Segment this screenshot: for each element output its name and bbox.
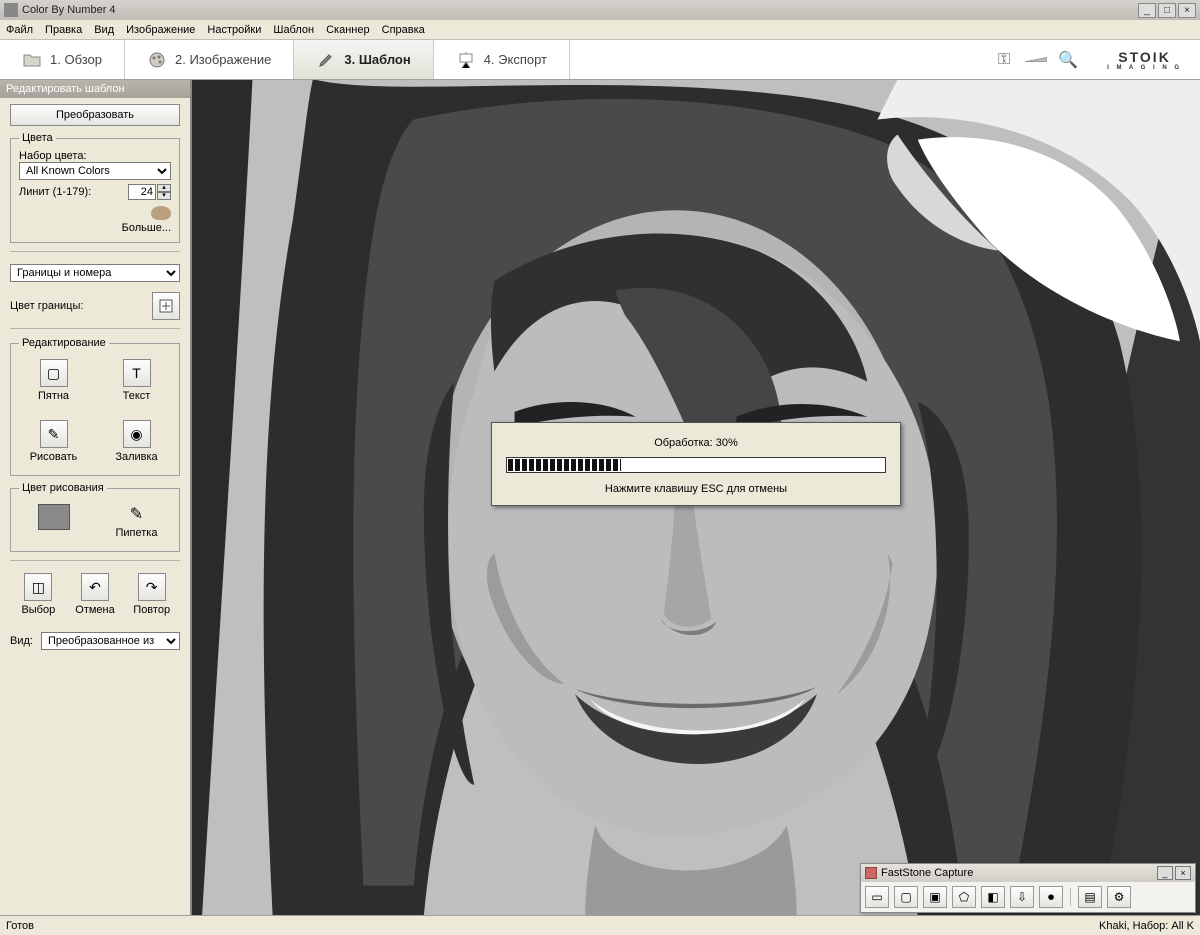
- faststone-icon: [865, 867, 877, 879]
- menubar: Файл Правка Вид Изображение Настройки Ша…: [0, 20, 1200, 40]
- step-template[interactable]: 3. Шаблон: [294, 40, 433, 79]
- faststone-titlebar[interactable]: FastStone Capture _ ×: [861, 864, 1195, 882]
- view-select[interactable]: Преобразованное из: [41, 632, 180, 650]
- easel-icon: [456, 50, 476, 70]
- menu-scanner[interactable]: Сканнер: [326, 24, 370, 36]
- menu-help[interactable]: Справка: [382, 24, 425, 36]
- close-button[interactable]: ×: [1178, 3, 1196, 18]
- faststone-title: FastStone Capture: [881, 867, 973, 879]
- text-label: Текст: [123, 390, 151, 402]
- palette-icon: [147, 50, 167, 70]
- menu-image[interactable]: Изображение: [126, 24, 195, 36]
- menu-settings[interactable]: Настройки: [207, 24, 261, 36]
- limit-spin-up[interactable]: ▴: [157, 184, 171, 192]
- progress-dialog: Обработка: 30% Нажмите клавишу ESC для о…: [491, 422, 901, 506]
- fs-capture-fixed-icon[interactable]: ◧: [981, 886, 1005, 908]
- status-left: Готов: [6, 920, 34, 932]
- faststone-toolbar: ▭ ▢ ▣ ⬠ ◧ ⇩ ⏺ ▤ ⚙: [861, 882, 1195, 912]
- window-title: Color By Number 4: [22, 4, 116, 16]
- view-label: Вид:: [10, 635, 33, 647]
- spots-tool[interactable]: ▢: [40, 359, 68, 387]
- limit-label: Линит (1-179):: [19, 186, 122, 198]
- colors-group: Цвета Набор цвета: All Known Colors Лини…: [10, 132, 180, 243]
- key-icon[interactable]: ⚿: [993, 49, 1015, 71]
- fs-capture-fullscreen-icon[interactable]: ▢: [894, 886, 918, 908]
- step-overview[interactable]: 1. Обзор: [0, 40, 125, 79]
- more-colors-link[interactable]: Больше...: [122, 222, 171, 234]
- fs-capture-freehand-icon[interactable]: ⬠: [952, 886, 976, 908]
- step-export[interactable]: 4. Экспорт: [434, 40, 570, 79]
- menu-template[interactable]: Шаблон: [273, 24, 314, 36]
- fs-record-icon[interactable]: ⏺: [1039, 886, 1063, 908]
- sidebar-title: Редактировать шаблон: [0, 80, 190, 98]
- folder-icon: [22, 50, 42, 70]
- progress-fill: [508, 459, 621, 471]
- sidebar: Преобразовать Цвета Набор цвета: All Kno…: [0, 98, 190, 660]
- draw-color-group: Цвет рисования ✎ Пипетка: [10, 482, 180, 552]
- menu-edit[interactable]: Правка: [45, 24, 82, 36]
- undo-button[interactable]: ↶: [81, 573, 109, 601]
- brand-logo: STOIK I M A G I N G: [1089, 40, 1200, 79]
- app-icon: [4, 3, 18, 17]
- redo-label: Повтор: [133, 604, 170, 616]
- select-label: Выбор: [21, 604, 55, 616]
- eyedropper-label: Пипетка: [116, 527, 158, 539]
- spots-label: Пятна: [38, 390, 69, 402]
- step-label: 2. Изображение: [175, 52, 271, 67]
- steps-toolbar: 1. Обзор 2. Изображение 3. Шаблон 4. Экс…: [0, 40, 1200, 80]
- border-color-label: Цвет границы:: [10, 300, 146, 312]
- colors-legend: Цвета: [19, 132, 56, 144]
- canvas[interactable]: Обработка: 30% Нажмите клавишу ESC для о…: [190, 80, 1200, 915]
- fill-label: Заливка: [115, 451, 157, 463]
- fs-capture-rect-icon[interactable]: ▣: [923, 886, 947, 908]
- step-image[interactable]: 2. Изображение: [125, 40, 294, 79]
- magnifier-icon[interactable]: 🔍: [1057, 49, 1079, 71]
- maximize-button[interactable]: □: [1158, 3, 1176, 18]
- palette-more-icon: [151, 206, 171, 220]
- fs-capture-window-icon[interactable]: ▭: [865, 886, 889, 908]
- draw-label: Рисовать: [30, 451, 78, 463]
- editing-legend: Редактирование: [19, 337, 109, 349]
- menu-file[interactable]: Файл: [6, 24, 33, 36]
- select-tool[interactable]: ◫: [24, 573, 52, 601]
- color-set-select[interactable]: All Known Colors: [19, 162, 171, 180]
- draw-tool[interactable]: ✎: [40, 420, 68, 448]
- step-label: 3. Шаблон: [344, 52, 410, 67]
- fs-output-icon[interactable]: ▤: [1078, 886, 1102, 908]
- brush-icon: [316, 50, 336, 70]
- transform-button[interactable]: Преобразовать: [10, 104, 180, 126]
- menu-view[interactable]: Вид: [94, 24, 114, 36]
- zoom-slider-icon[interactable]: [1025, 49, 1047, 71]
- faststone-close[interactable]: ×: [1175, 866, 1191, 880]
- current-color-swatch[interactable]: [38, 504, 70, 530]
- text-tool[interactable]: T: [123, 359, 151, 387]
- status-right: Khaki, Набор: All K: [1099, 920, 1194, 932]
- undo-label: Отмена: [75, 604, 114, 616]
- editing-group: Редактирование ▢ Пятна T Текст ✎ Рисоват…: [10, 337, 180, 476]
- fill-tool[interactable]: ◉: [123, 420, 151, 448]
- borders-select[interactable]: Границы и номера: [10, 264, 180, 282]
- limit-input[interactable]: [128, 184, 156, 200]
- faststone-minimize[interactable]: _: [1157, 866, 1173, 880]
- draw-color-legend: Цвет рисования: [19, 482, 107, 494]
- progress-bar: [506, 457, 886, 473]
- border-color-button[interactable]: [152, 292, 180, 320]
- step-label: 1. Обзор: [50, 52, 102, 67]
- faststone-window[interactable]: FastStone Capture _ × ▭ ▢ ▣ ⬠ ◧ ⇩ ⏺ ▤ ⚙: [860, 863, 1196, 913]
- brand-text: STOIK: [1118, 49, 1171, 65]
- brand-subtext: I M A G I N G: [1107, 65, 1182, 71]
- progress-label: Обработка: 30%: [506, 437, 886, 449]
- redo-button[interactable]: ↷: [138, 573, 166, 601]
- progress-hint: Нажмите клавишу ESC для отмены: [506, 483, 886, 495]
- step-label: 4. Экспорт: [484, 52, 547, 67]
- eyedropper-tool[interactable]: ✎: [130, 504, 143, 524]
- statusbar: Готов Khaki, Набор: All K: [0, 915, 1200, 935]
- fs-settings-icon[interactable]: ⚙: [1107, 886, 1131, 908]
- fs-capture-scroll-icon[interactable]: ⇩: [1010, 886, 1034, 908]
- limit-spin-down[interactable]: ▾: [157, 192, 171, 200]
- minimize-button[interactable]: _: [1138, 3, 1156, 18]
- color-set-label: Набор цвета:: [19, 150, 171, 162]
- window-titlebar: Color By Number 4 _ □ ×: [0, 0, 1200, 20]
